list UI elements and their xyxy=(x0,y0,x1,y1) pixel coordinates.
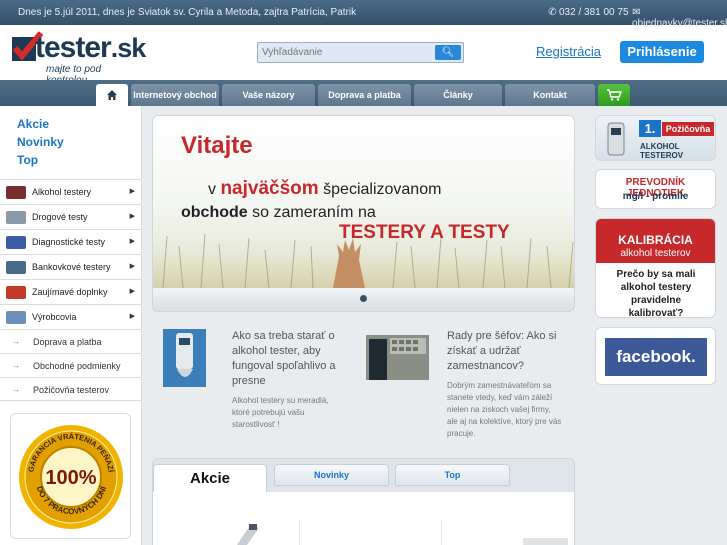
article-2-image[interactable] xyxy=(366,335,429,380)
register-link[interactable]: Registrácia xyxy=(536,44,601,59)
drug-test-thumb-icon xyxy=(6,211,26,224)
sidebar-category-banknote-testers[interactable]: Bankovkové testery ▶ xyxy=(0,254,141,279)
article-1-excerpt: Alkohol testery su meradlá, ktoré potreb… xyxy=(232,396,329,429)
article-1-image[interactable] xyxy=(163,329,206,387)
sidebar-category-manufacturers[interactable]: Výrobcovia ▶ xyxy=(0,304,141,329)
welcome-banner[interactable]: Vitajte v najväčšom špecializovanom obch… xyxy=(152,115,575,312)
mail-icon: ✉ xyxy=(632,7,641,18)
left-sidebar: Akcie Novinky Top Alkohol testery ▶ Drog… xyxy=(0,106,142,545)
ad-converter-subtitle: mg/l - promile xyxy=(622,191,689,202)
article-1[interactable]: Ako sa treba starať o alkohol tester, ab… xyxy=(232,329,342,431)
phone-number: 032 / 381 00 75 xyxy=(559,7,629,18)
arrow-icon: → xyxy=(12,361,20,370)
nav-tab-shipping[interactable]: Doprava a platba xyxy=(318,84,411,106)
site-header: tester.sk majte to pod kontrolou 🔍︎ Regi… xyxy=(0,25,727,86)
manufacturers-thumb-icon xyxy=(6,311,26,324)
ad-rental-subtitle: ALKOHOL TESTEROV xyxy=(640,142,684,160)
article-2-excerpt: Dobrým zamestnávateľom sa stanete vtedy,… xyxy=(447,381,562,438)
facebook-logo: facebook. xyxy=(605,338,707,376)
sidebar-quick-akcie[interactable]: Akcie xyxy=(17,117,49,131)
top-info-bar: Dnes je 5.júl 2011, dnes je Sviatok sv. … xyxy=(0,0,727,29)
accessories-thumb-icon xyxy=(6,286,26,299)
arrow-right-icon: ▶ xyxy=(129,313,135,320)
sidebar-quick-novinky[interactable]: Novinky xyxy=(17,135,64,149)
diagnostic-test-thumb-icon xyxy=(6,236,26,249)
alcohol-tester-thumb-icon xyxy=(6,186,26,199)
product-thumb-image-2[interactable] xyxy=(523,538,568,545)
banner-heading: Vitajte xyxy=(181,132,253,159)
banner-line-4: TESTERY A TESTY xyxy=(339,222,510,243)
site-logo[interactable]: tester.sk majte to pod kontrolou xyxy=(10,31,146,86)
breathalyzer-icon xyxy=(607,122,625,156)
banner-line-3: obchode so zameraním na xyxy=(181,204,376,221)
guarantee-seal-icon: GARANCIA VRÁTENIA PEŇAZÍ DO 7 PRACOVNÝCH… xyxy=(19,425,123,529)
phone-contact[interactable]: ✆ 032 / 381 00 75 xyxy=(548,7,629,18)
ad-rental[interactable]: 1. Požičovňa ALKOHOL TESTEROV xyxy=(595,115,716,161)
cart-icon xyxy=(607,89,623,101)
product-tab-top[interactable]: Top xyxy=(395,464,510,486)
nav-tab-internet-shop[interactable]: Internetový obchod xyxy=(131,84,219,106)
product-tab-novinky[interactable]: Novinky xyxy=(274,464,389,486)
ad-rental-badge: 1. xyxy=(639,120,661,137)
ad-unit-converter[interactable]: PREVODNÍK JEDNOTIEK mg/l - promile xyxy=(595,169,716,209)
arrow-right-icon: ▶ xyxy=(129,263,135,270)
sidebar-link-rental[interactable]: → Požičovňa testerov xyxy=(0,377,141,401)
product-divider xyxy=(441,520,442,545)
ad-calibration-body: Prečo by sa mali alkohol testery pravide… xyxy=(616,269,696,318)
sidebar-category-alcohol-testers[interactable]: Alkohol testery ▶ xyxy=(0,179,141,204)
ad-calibration[interactable]: KALIBRÁCIA alkohol testerov Prečo by sa … xyxy=(595,218,716,318)
arrow-icon: → xyxy=(12,337,20,346)
nav-tab-articles[interactable]: Články xyxy=(414,84,502,106)
product-tab-akcie[interactable]: Akcie xyxy=(153,464,267,494)
sidebar-link-terms[interactable]: → Obchodné podmienky xyxy=(0,353,141,377)
nav-home-tab[interactable] xyxy=(96,84,128,106)
login-button[interactable]: Prihlásenie xyxy=(620,41,704,63)
banknote-tester-thumb-icon xyxy=(6,261,26,274)
arrow-icon: → xyxy=(12,385,20,394)
nav-tab-contact[interactable]: Kontakt xyxy=(505,84,595,106)
nav-cart-tab[interactable] xyxy=(598,84,630,106)
product-list-area xyxy=(153,492,574,545)
search-button[interactable]: 🔍︎ xyxy=(435,45,461,60)
money-back-guarantee-badge[interactable]: GARANCIA VRÁTENIA PEŇAZÍ DO 7 PRACOVNÝCH… xyxy=(10,413,131,539)
ad-calibration-title: KALIBRÁCIA xyxy=(618,233,693,247)
logo-text: tester.sk xyxy=(35,31,146,64)
ad-facebook[interactable]: facebook. xyxy=(595,327,716,385)
sidebar-category-accessories[interactable]: Zaujímavé doplnky ▶ xyxy=(0,279,141,304)
guarantee-percent: 100% xyxy=(45,467,96,489)
search-input[interactable] xyxy=(262,44,434,61)
banner-pager-dot[interactable] xyxy=(360,295,367,302)
sidebar-category-drug-tests[interactable]: Drogové testy ▶ xyxy=(0,204,141,229)
nav-tab-reviews[interactable]: Vaše názory xyxy=(222,84,315,106)
search-box: 🔍︎ xyxy=(257,42,464,63)
arrow-right-icon: ▶ xyxy=(129,213,135,220)
sidebar-category-diagnostic-tests[interactable]: Diagnostické testy ▶ xyxy=(0,229,141,254)
banner-line-2: v najväčšom špecializovanom xyxy=(208,178,442,199)
article-1-title[interactable]: Ako sa treba starať o alkohol tester, ab… xyxy=(232,329,342,389)
phone-icon: ✆ xyxy=(548,7,557,18)
product-thumb-image[interactable] xyxy=(233,520,263,545)
arrow-right-icon: ▶ xyxy=(129,238,135,245)
article-2-title[interactable]: Rady pre šéfov: Ako si získať a udržať z… xyxy=(447,329,562,374)
search-icon: 🔍︎ xyxy=(441,47,455,58)
date-nameday-text: Dnes je 5.júl 2011, dnes je Sviatok sv. … xyxy=(18,7,357,18)
ad-calibration-subtitle: alkohol testerov xyxy=(620,248,691,259)
ad-rental-title: Požičovňa xyxy=(662,122,714,136)
home-icon xyxy=(107,90,117,100)
article-2[interactable]: Rady pre šéfov: Ako si získať a udržať z… xyxy=(447,329,562,440)
product-divider xyxy=(299,520,300,545)
sidebar-link-shipping[interactable]: → Doprava a platba xyxy=(0,329,141,353)
arrow-right-icon: ▶ xyxy=(129,288,135,295)
arrow-right-icon: ▶ xyxy=(129,188,135,195)
sidebar-quick-top[interactable]: Top xyxy=(17,153,38,167)
